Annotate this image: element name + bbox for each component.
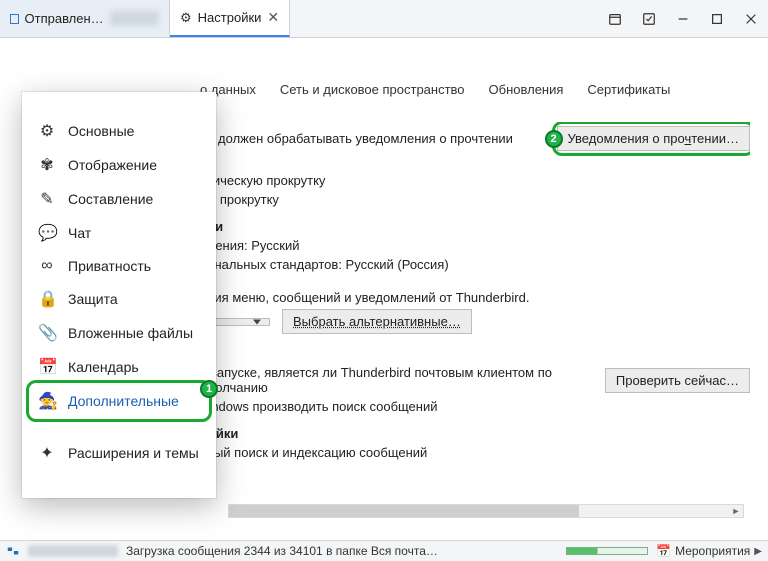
redacted-text: xx: [110, 11, 159, 26]
scroll-right-icon[interactable]: ►: [729, 505, 743, 517]
tab-sent[interactable]: Отправленные - xx: [0, 0, 170, 37]
sidebar-item-label: Основные: [68, 123, 134, 139]
calendar-toggle[interactable]: [598, 0, 632, 37]
chevron-right-icon: ▶: [754, 546, 762, 557]
sidebar-item-compose[interactable]: ✎ Составление: [22, 182, 216, 216]
check-now-button[interactable]: Проверить сейчас…: [605, 368, 750, 393]
windows-search-row: Vindows производить поиск сообщений: [200, 399, 750, 414]
language-desc-row: ения меню, сообщений и уведомлений от Th…: [200, 290, 750, 305]
status-bar: Загрузка сообщения 2344 из 34101 в папке…: [0, 540, 768, 561]
calendar-icon: 📅: [38, 357, 56, 377]
subtab-network[interactable]: Сеть и дисковое пространство: [280, 82, 465, 101]
language-heading: ени: [200, 219, 750, 234]
read-receipts-label: ird должен обрабатывать уведомления о пр…: [200, 131, 545, 146]
scrollbar-thumb[interactable]: [229, 505, 579, 517]
sidebar-item-label: Составление: [68, 191, 153, 207]
main-area: о данных Сеть и дисковое пространство Об…: [0, 38, 768, 540]
puzzle-icon: ✦: [38, 443, 56, 463]
sidebar-item-label: Защита: [68, 291, 118, 307]
sidebar-item-label: Расширения и темы: [68, 445, 199, 461]
sidebar-item-general[interactable]: ⚙ Основные: [22, 114, 216, 148]
choose-alternatives-button[interactable]: Выбрать альтернативные…: [282, 309, 472, 334]
maximize-button[interactable]: [700, 0, 734, 37]
gear-icon: ⚙: [38, 121, 56, 141]
progress-bar: [566, 547, 648, 555]
sidebar-item-chat[interactable]: 💬 Чат: [22, 216, 216, 250]
sidebar-item-advanced[interactable]: 🧙 Дополнительные 1: [22, 384, 216, 418]
calendar-small-icon: 📅: [656, 544, 671, 558]
events-label: Мероприятия: [675, 544, 750, 558]
window-controls: [598, 0, 768, 37]
folder-icon: [10, 14, 19, 24]
highlight-badge-2: 2: [545, 130, 563, 148]
smoothscroll-row: ую прокрутку: [200, 192, 750, 207]
global-index-row: ьный поиск и индексацию сообщений: [200, 445, 750, 460]
settings-content: ird должен обрабатывать уведомления о пр…: [200, 122, 750, 538]
title-bar: Отправленные - xx Настройки ✕: [0, 0, 768, 38]
read-receipts-button[interactable]: Уведомления о прочтении…: [557, 126, 750, 151]
regional-standards-row: иональных стандартов: Русский (Россия): [200, 257, 750, 272]
paperclip-icon: 📎: [38, 323, 56, 343]
sidebar-item-security[interactable]: 🔒 Защита: [22, 282, 216, 316]
sidebar-item-label: Чат: [68, 225, 91, 241]
sidebar-item-label: Дополнительные: [68, 393, 179, 409]
events-indicator[interactable]: 📅 Мероприятия ▶: [656, 544, 762, 558]
redacted-text: [28, 545, 118, 557]
wizard-icon: 🧙: [38, 391, 56, 411]
gear-icon: [180, 10, 192, 26]
activity-icon[interactable]: [6, 544, 20, 558]
display-icon: ✾: [38, 155, 56, 175]
section-heading-3: ройки: [200, 426, 750, 441]
lock-icon: 🔒: [38, 289, 56, 309]
subtab-certs[interactable]: Сертификаты: [587, 82, 670, 101]
sidebar-item-addons[interactable]: ✦ Расширения и темы: [22, 436, 216, 470]
language-select-row: Выбрать альтернативные…: [200, 309, 750, 334]
section-heading-2: эй: [200, 346, 750, 361]
chat-icon: 💬: [38, 223, 56, 243]
default-client-row: и запуске, является ли Thunderbird почто…: [200, 365, 750, 395]
sidebar-item-label: Отображение: [68, 157, 157, 173]
close-window-button[interactable]: [734, 0, 768, 37]
pencil-icon: ✎: [38, 189, 56, 209]
sidebar-item-label: Вложенные файлы: [68, 325, 193, 341]
sidebar-item-calendar[interactable]: 📅 Календарь: [22, 350, 216, 384]
sidebar-item-privacy[interactable]: ∞ Приватность: [22, 250, 216, 282]
highlight-badge-1: 1: [200, 380, 218, 398]
close-tab-icon[interactable]: ✕: [267, 9, 279, 26]
task-toggle[interactable]: [632, 0, 666, 37]
subtab-updates[interactable]: Обновления: [489, 82, 564, 101]
tab-label: Настройки: [198, 10, 262, 25]
status-text: Загрузка сообщения 2344 из 34101 в папке…: [126, 544, 438, 558]
sidebar-item-label: Календарь: [68, 359, 139, 375]
autoscroll-row: атическую прокрутку: [200, 173, 750, 188]
tab-settings[interactable]: Настройки ✕: [170, 0, 290, 37]
settings-subtabs: о данных Сеть и дисковое пространство Об…: [200, 82, 670, 101]
app-language-row: эжения: Русский: [200, 238, 750, 253]
minimize-button[interactable]: [666, 0, 700, 37]
sidebar-item-display[interactable]: ✾ Отображение: [22, 148, 216, 182]
tab-label: Отправленные -: [25, 11, 105, 26]
sidebar-item-attachments[interactable]: 📎 Вложенные файлы: [22, 316, 216, 350]
default-client-label: и запуске, является ли Thunderbird почто…: [200, 365, 593, 395]
sidebar-item-label: Приватность: [68, 258, 151, 274]
settings-sidebar: ⚙ Основные ✾ Отображение ✎ Составление 💬…: [22, 92, 216, 498]
horizontal-scrollbar[interactable]: ◄ ►: [228, 504, 744, 518]
mask-icon: ∞: [38, 257, 56, 275]
read-receipts-row: ird должен обрабатывать уведомления о пр…: [200, 126, 750, 151]
